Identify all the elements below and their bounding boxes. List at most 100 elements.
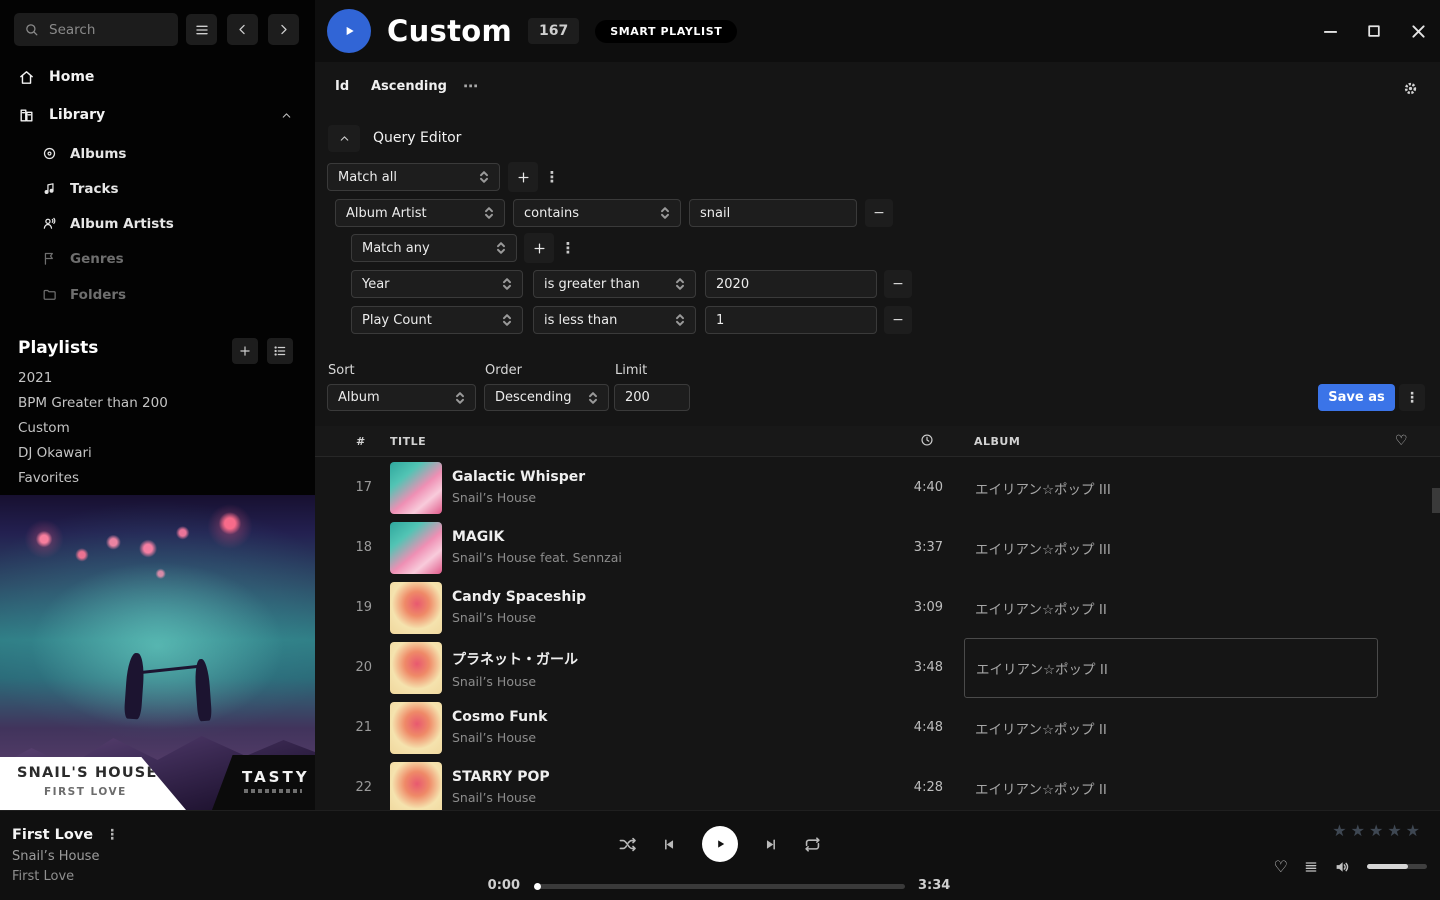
sidebar-item-tracks[interactable]: Tracks: [0, 176, 315, 201]
star-icon[interactable]: ★: [1387, 821, 1405, 840]
play-button[interactable]: [702, 826, 738, 862]
group-match-select[interactable]: Match any: [351, 234, 517, 262]
track-title[interactable]: STARRY POP: [452, 769, 550, 785]
rule-field-select[interactable]: Year: [351, 270, 523, 298]
seek-knob[interactable]: [534, 883, 541, 890]
nav-back-button[interactable]: [227, 14, 258, 45]
sidebar-item-library[interactable]: Library: [0, 101, 315, 129]
rule-value-input[interactable]: [705, 306, 877, 334]
add-playlist-button[interactable]: [232, 338, 258, 364]
query-editor-collapse-button[interactable]: [328, 125, 360, 152]
table-row[interactable]: 22 STARRY POP Snail’s House 4:28 エイリアン☆ポ…: [315, 758, 1440, 810]
sidebar-item-albums[interactable]: Albums: [0, 141, 315, 166]
queue-icon[interactable]: [1303, 859, 1319, 875]
album-thumbnail[interactable]: [390, 462, 442, 514]
album-thumbnail[interactable]: [390, 582, 442, 634]
sidebar-item-genres[interactable]: Genres: [0, 246, 315, 271]
rule-field-select[interactable]: Play Count: [351, 306, 523, 334]
scrollbar-thumb[interactable]: [1432, 488, 1440, 513]
album-thumbnail[interactable]: [390, 762, 442, 810]
volume-slider[interactable]: [1367, 864, 1427, 869]
seek-slider[interactable]: [535, 884, 905, 889]
sidebar-item-album-artists[interactable]: Album Artists: [0, 211, 315, 236]
sort-order-button[interactable]: Ascending: [371, 79, 447, 94]
search-input[interactable]: Search: [14, 13, 178, 46]
playlist-item[interactable]: 2021: [0, 366, 315, 391]
track-album[interactable]: エイリアン☆ポップ III: [964, 518, 1378, 578]
column-title[interactable]: TITLE: [390, 435, 426, 448]
track-title[interactable]: Cosmo Funk: [452, 709, 547, 725]
playlist-item[interactable]: DJ Okawari: [0, 441, 315, 466]
track-artist[interactable]: Snail’s House: [452, 490, 585, 505]
menu-icon[interactable]: [186, 14, 217, 45]
table-row[interactable]: 20 プラネット・ガール Snail’s House 3:48 エイリアン☆ポッ…: [315, 638, 1440, 698]
column-index[interactable]: #: [356, 435, 366, 448]
star-icon[interactable]: ★: [1369, 821, 1387, 840]
close-icon[interactable]: [1410, 23, 1426, 39]
sidebar-item-home[interactable]: Home: [0, 63, 315, 91]
star-icon[interactable]: ★: [1351, 821, 1369, 840]
album-thumbnail[interactable]: [390, 522, 442, 574]
sidebar-item-folders[interactable]: Folders: [0, 282, 315, 307]
limit-input[interactable]: [614, 384, 690, 411]
rule-operator-select[interactable]: contains: [513, 199, 681, 227]
table-row[interactable]: 17 Galactic Whisper Snail’s House 4:40 エ…: [315, 458, 1440, 518]
track-album[interactable]: エイリアン☆ポップ III: [964, 458, 1378, 518]
rule-group-menu-icon[interactable]: ⋮: [543, 162, 561, 192]
duration-column-clock-icon[interactable]: [920, 433, 934, 447]
now-playing-album[interactable]: First Love: [12, 869, 74, 884]
minimize-icon[interactable]: [1322, 23, 1338, 39]
group-menu-icon[interactable]: ⋮: [559, 233, 577, 263]
rule-value-input[interactable]: [705, 270, 877, 298]
gear-icon[interactable]: [1402, 80, 1419, 97]
track-album[interactable]: エイリアン☆ポップ II: [964, 578, 1378, 638]
maximize-icon[interactable]: [1366, 23, 1382, 39]
album-thumbnail[interactable]: [390, 642, 442, 694]
track-title[interactable]: Candy Spaceship: [452, 589, 586, 605]
track-artist[interactable]: Snail’s House: [452, 610, 586, 625]
playlist-item[interactable]: Custom: [0, 416, 315, 441]
now-playing-artwork[interactable]: SNAIL'S HOUSE FIRST LOVE TASTY: [0, 495, 315, 810]
previous-track-icon[interactable]: [661, 836, 678, 853]
track-album[interactable]: エイリアン☆ポップ II: [964, 698, 1378, 758]
remove-rule-button[interactable]: −: [884, 270, 912, 298]
nav-forward-button[interactable]: [268, 14, 299, 45]
star-icon[interactable]: ★: [1406, 821, 1424, 840]
track-title[interactable]: MAGIK: [452, 529, 622, 545]
track-title[interactable]: プラネット・ガール: [452, 649, 578, 669]
add-rule-button[interactable]: [508, 162, 538, 192]
rule-value-input[interactable]: [689, 199, 857, 227]
sort-select[interactable]: Album: [327, 384, 476, 411]
rule-operator-select[interactable]: is greater than: [533, 270, 696, 298]
volume-icon[interactable]: [1334, 858, 1352, 876]
table-row[interactable]: 19 Candy Spaceship Snail’s House 3:09 エイ…: [315, 578, 1440, 638]
root-match-select[interactable]: Match all: [327, 163, 500, 191]
favorite-column-heart-icon[interactable]: ♡: [1395, 433, 1408, 449]
playlist-item[interactable]: BPM Greater than 200: [0, 391, 315, 416]
order-select[interactable]: Descending: [484, 384, 609, 411]
rule-operator-select[interactable]: is less than: [533, 306, 696, 334]
save-as-button[interactable]: Save as: [1318, 384, 1395, 411]
table-row[interactable]: 18 MAGIK Snail’s House feat. Sennzai 3:3…: [315, 518, 1440, 578]
table-row[interactable]: 21 Cosmo Funk Snail’s House 4:48 エイリアン☆ポ…: [315, 698, 1440, 758]
star-icon[interactable]: ★: [1332, 821, 1350, 840]
add-group-rule-button[interactable]: [524, 233, 554, 263]
favorite-heart-icon[interactable]: ♡: [1274, 857, 1288, 876]
remove-rule-button[interactable]: −: [865, 199, 893, 227]
shuffle-icon[interactable]: [618, 835, 637, 854]
remove-rule-button[interactable]: −: [884, 306, 912, 334]
track-album[interactable]: エイリアン☆ポップ II: [964, 638, 1378, 698]
track-artist[interactable]: Snail’s House: [452, 674, 578, 689]
chevron-up-icon[interactable]: [280, 109, 293, 122]
repeat-icon[interactable]: [803, 835, 822, 854]
save-menu-icon[interactable]: ⋮: [1399, 384, 1425, 411]
track-title[interactable]: Galactic Whisper: [452, 469, 585, 485]
track-artist[interactable]: Snail’s House feat. Sennzai: [452, 550, 622, 565]
track-album[interactable]: エイリアン☆ポップ II: [964, 758, 1378, 810]
sort-field-button[interactable]: Id: [335, 79, 349, 94]
album-thumbnail[interactable]: [390, 702, 442, 754]
track-artist[interactable]: Snail’s House: [452, 730, 547, 745]
playlist-item[interactable]: Favorites: [0, 466, 315, 491]
playlist-list-icon[interactable]: [267, 338, 293, 364]
more-options-icon[interactable]: ⋯: [463, 77, 479, 95]
